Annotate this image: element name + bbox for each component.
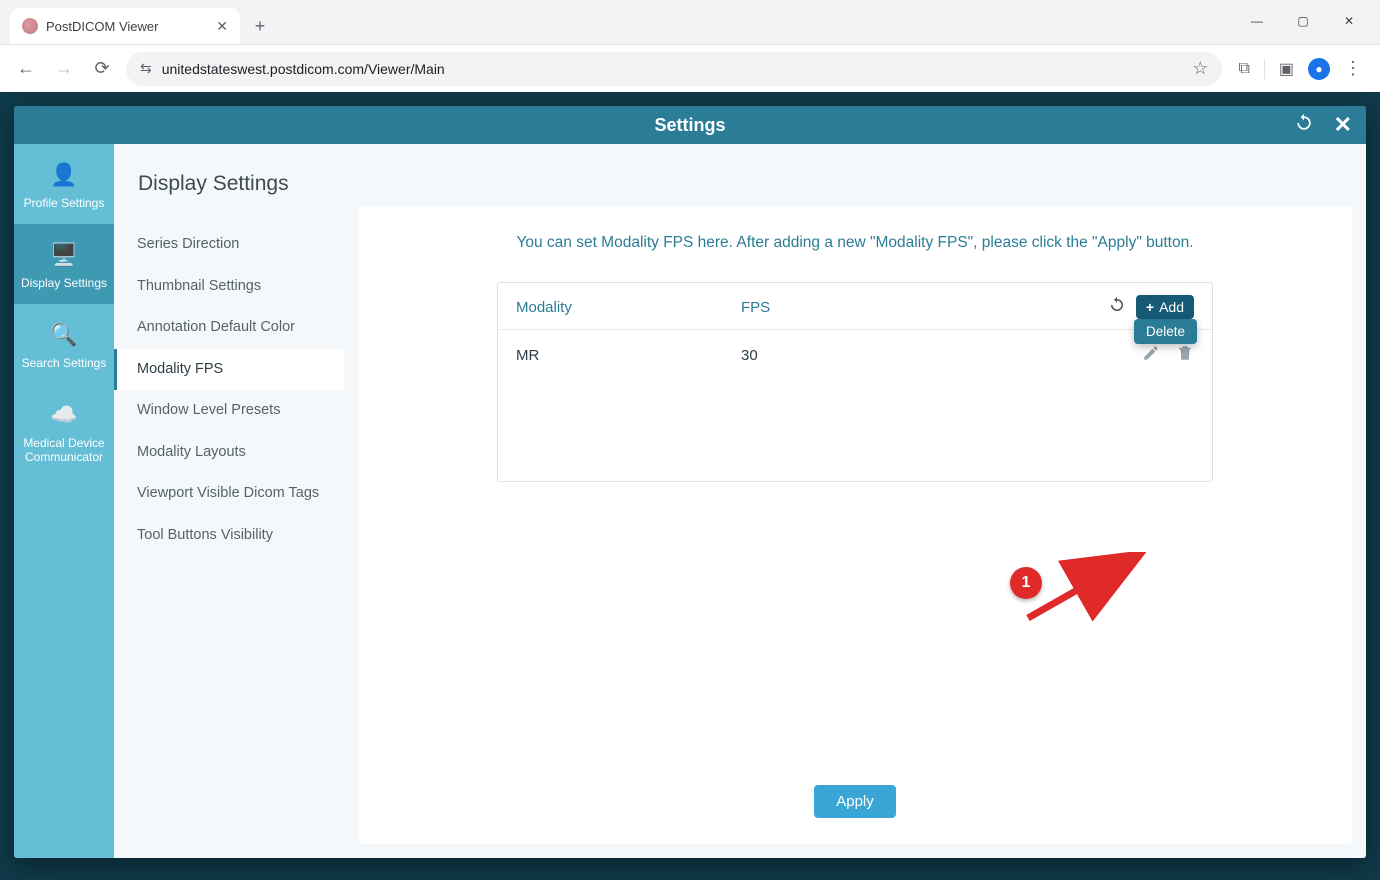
search-icon: 🔍	[50, 322, 77, 348]
refresh-icon[interactable]	[1294, 113, 1314, 138]
reload-button[interactable]: ⟳	[88, 58, 116, 79]
new-tab-button[interactable]: +	[246, 12, 274, 40]
subnav-modality-fps[interactable]: Modality FPS	[114, 349, 344, 391]
rail-item-profile[interactable]: 👤 Profile Settings	[14, 144, 114, 224]
url-text: unitedstateswest.postdicom.com/Viewer/Ma…	[162, 61, 445, 77]
subnav-series-direction[interactable]: Series Direction	[114, 224, 344, 266]
cell-fps: 30	[741, 347, 1142, 364]
rail-item-display[interactable]: 🖥️ Display Settings	[14, 224, 114, 304]
subnav-annotation-color[interactable]: Annotation Default Color	[114, 307, 344, 349]
monitor-icon: 🖥️	[50, 242, 77, 268]
rail-label: Medical Device Communicator	[20, 436, 108, 464]
main-area: You can set Modality FPS here. After add…	[344, 144, 1366, 858]
back-button[interactable]: ←	[12, 58, 40, 79]
settings-subnav: Display Settings Series Direction Thumbn…	[114, 144, 344, 858]
separator	[1264, 59, 1265, 79]
subnav-modality-layouts[interactable]: Modality Layouts	[114, 432, 344, 474]
profile-avatar-icon[interactable]: ●	[1308, 58, 1330, 80]
browser-tab[interactable]: PostDICOM Viewer ✕	[10, 8, 240, 44]
page-title: Display Settings	[114, 172, 344, 224]
annotation-badge: 1	[1010, 567, 1042, 599]
subnav-thumbnail-settings[interactable]: Thumbnail Settings	[114, 266, 344, 308]
cell-modality: MR	[516, 347, 741, 364]
settings-modal: Settings ✕ 👤 Profile Settings 🖥️ Display…	[14, 106, 1366, 858]
browser-chrome: PostDICOM Viewer ✕ + — ▢ ✕ ← → ⟳ ⇆ unite…	[0, 0, 1380, 92]
address-bar[interactable]: ⇆ unitedstateswest.postdicom.com/Viewer/…	[126, 52, 1222, 86]
rail-label: Search Settings	[22, 356, 107, 370]
browser-toolbar: ← → ⟳ ⇆ unitedstateswest.postdicom.com/V…	[0, 44, 1380, 92]
close-window-button[interactable]: ✕	[1326, 6, 1372, 36]
favicon-icon	[22, 18, 38, 34]
main-panel: You can set Modality FPS here. After add…	[358, 206, 1352, 844]
column-fps: FPS	[741, 299, 1108, 316]
site-info-icon[interactable]: ⇆	[140, 60, 152, 77]
tab-strip: PostDICOM Viewer ✕ + — ▢ ✕	[0, 0, 1380, 44]
extensions-icon[interactable]: ⧉	[1238, 60, 1249, 78]
maximize-button[interactable]: ▢	[1280, 6, 1326, 36]
rail-item-medical-device[interactable]: ☁️ Medical Device Communicator	[14, 384, 114, 478]
bookmark-icon[interactable]: ☆	[1192, 58, 1208, 79]
table-row: MR 30	[498, 330, 1212, 381]
modal-title: Settings	[654, 115, 725, 136]
subnav-window-level-presets[interactable]: Window Level Presets	[114, 390, 344, 432]
close-icon[interactable]: ✕	[1334, 112, 1352, 138]
modal-header: Settings ✕	[14, 106, 1366, 144]
tab-title: PostDICOM Viewer	[46, 19, 158, 34]
delete-icon[interactable]	[1176, 344, 1194, 367]
cloud-icon: ☁️	[50, 402, 77, 428]
tab-close-icon[interactable]: ✕	[216, 18, 228, 35]
subnav-viewport-dicom-tags[interactable]: Viewport Visible Dicom Tags	[114, 473, 344, 515]
minimize-button[interactable]: —	[1234, 6, 1280, 36]
apply-button[interactable]: Apply	[814, 785, 896, 818]
delete-tooltip: Delete	[1134, 319, 1197, 344]
add-label: Add	[1159, 299, 1184, 315]
subnav-tool-buttons-visibility[interactable]: Tool Buttons Visibility	[114, 515, 344, 557]
person-icon: 👤	[50, 162, 77, 188]
panel-hint: You can set Modality FPS here. After add…	[392, 234, 1318, 252]
table-refresh-icon[interactable]	[1108, 296, 1126, 319]
column-modality: Modality	[516, 299, 741, 316]
menu-icon[interactable]: ⋮	[1344, 58, 1362, 79]
side-panel-icon[interactable]: ▣	[1279, 59, 1294, 79]
plus-icon: +	[1146, 299, 1154, 315]
rail-label: Display Settings	[21, 276, 107, 290]
app-content: postDICOM Settings ✕ 👤 Profile Settings	[0, 92, 1380, 880]
table-header: Modality FPS + Add	[498, 283, 1212, 330]
settings-rail: 👤 Profile Settings 🖥️ Display Settings 🔍…	[14, 144, 114, 858]
forward-button[interactable]: →	[50, 58, 78, 79]
modality-fps-table: Modality FPS + Add	[497, 282, 1213, 482]
window-controls: — ▢ ✕	[1234, 0, 1380, 36]
edit-icon[interactable]	[1142, 344, 1160, 367]
rail-label: Profile Settings	[24, 196, 105, 210]
rail-item-search[interactable]: 🔍 Search Settings	[14, 304, 114, 384]
